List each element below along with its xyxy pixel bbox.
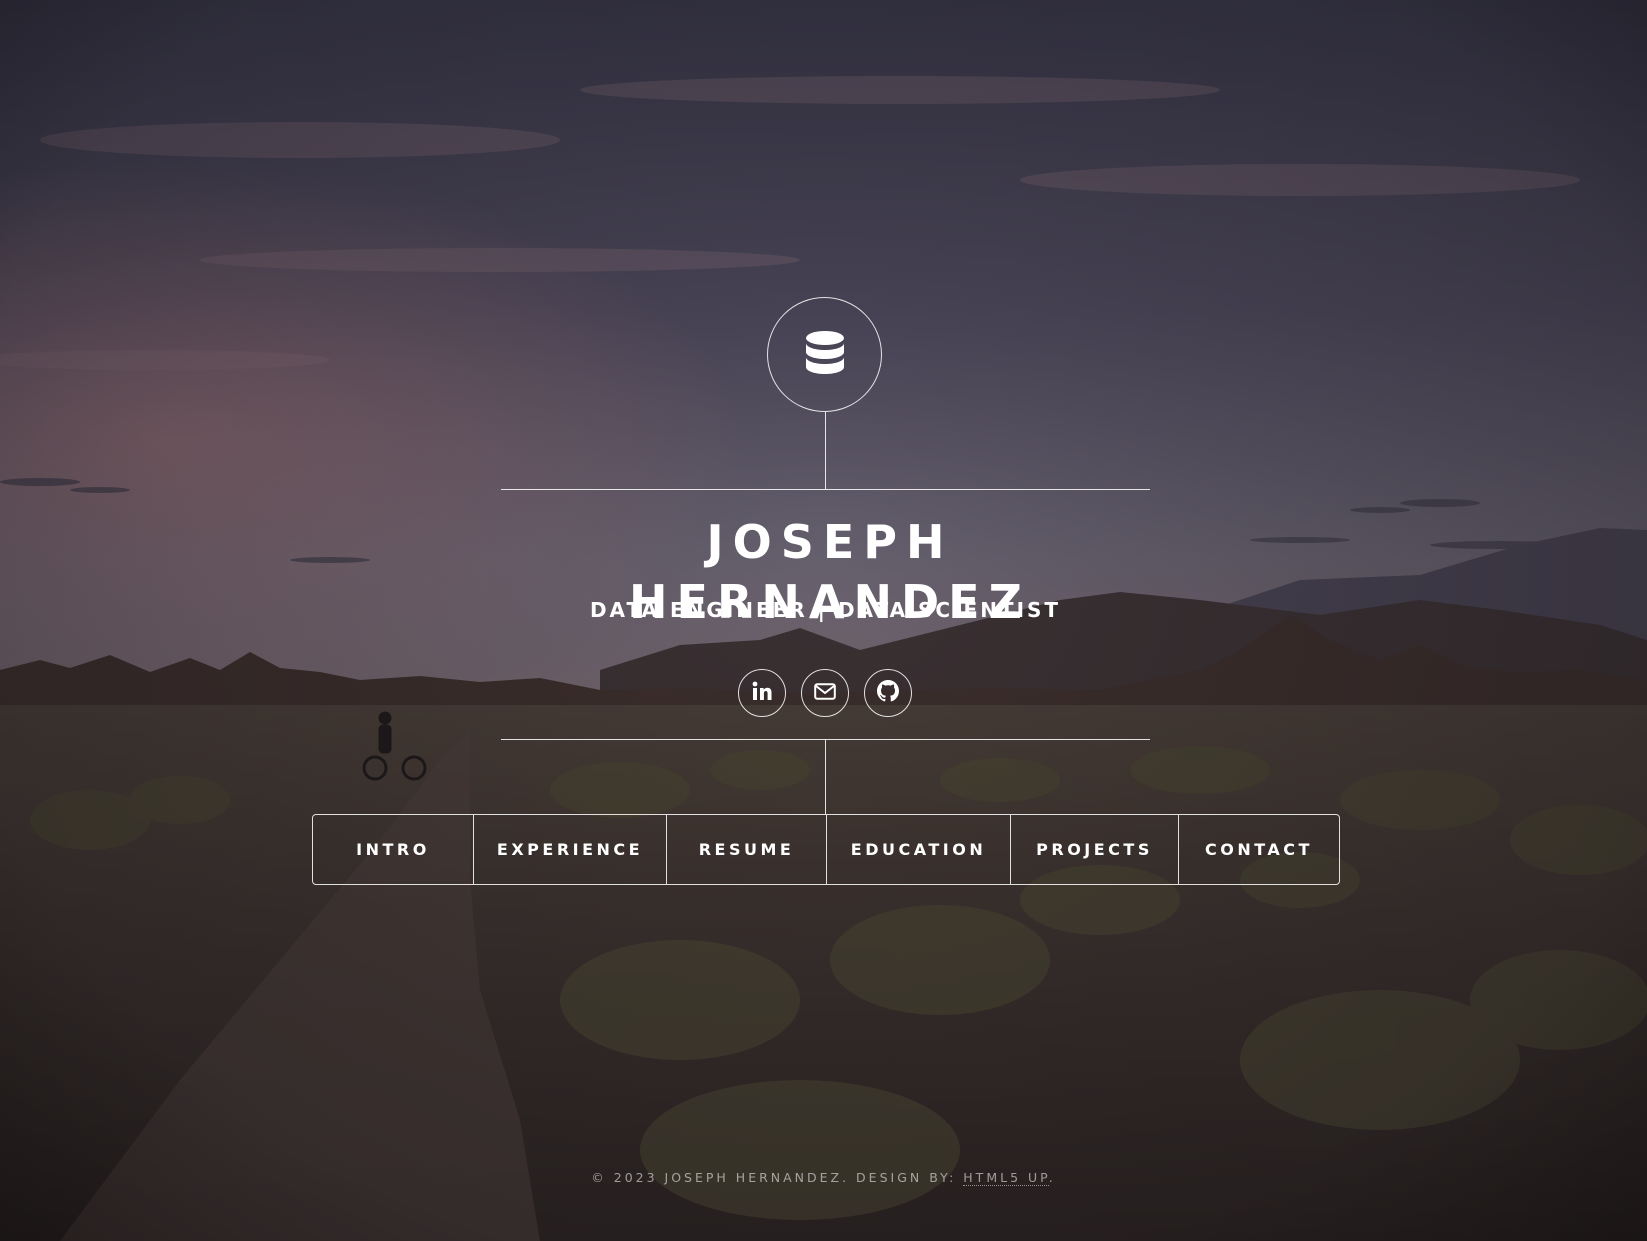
page-subtitle: DATA ENGINEER | DATA SCIENTIST	[589, 598, 1062, 622]
envelope-icon	[814, 682, 836, 704]
github-icon	[877, 680, 899, 706]
nav-item-resume[interactable]: RESUME	[666, 815, 826, 884]
main-nav: INTRO EXPERIENCE RESUME EDUCATION PROJEC…	[312, 814, 1340, 885]
linkedin-button[interactable]	[738, 669, 786, 717]
database-icon	[805, 330, 844, 379]
divider-top	[501, 489, 1150, 490]
github-button[interactable]	[864, 669, 912, 717]
nav-item-projects[interactable]: PROJECTS	[1010, 815, 1178, 884]
footer: © 2023 JOSEPH HERNANDEZ. DESIGN BY: HTML…	[0, 1170, 1647, 1186]
nav-item-experience[interactable]: EXPERIENCE	[473, 815, 666, 884]
connector-line-top	[825, 412, 826, 489]
nav-item-education[interactable]: EDUCATION	[826, 815, 1010, 884]
email-button[interactable]	[801, 669, 849, 717]
nav-item-intro[interactable]: INTRO	[313, 815, 473, 884]
copyright-text: © 2023 JOSEPH HERNANDEZ. DESIGN BY:	[591, 1170, 964, 1185]
social-links	[738, 669, 912, 717]
linkedin-icon	[752, 681, 772, 705]
copyright-end: .	[1048, 1170, 1056, 1185]
nav-item-contact[interactable]: CONTACT	[1178, 815, 1339, 884]
logo	[767, 297, 882, 412]
connector-line-bottom	[825, 739, 826, 814]
html5up-link[interactable]: HTML5 UP	[963, 1170, 1049, 1186]
